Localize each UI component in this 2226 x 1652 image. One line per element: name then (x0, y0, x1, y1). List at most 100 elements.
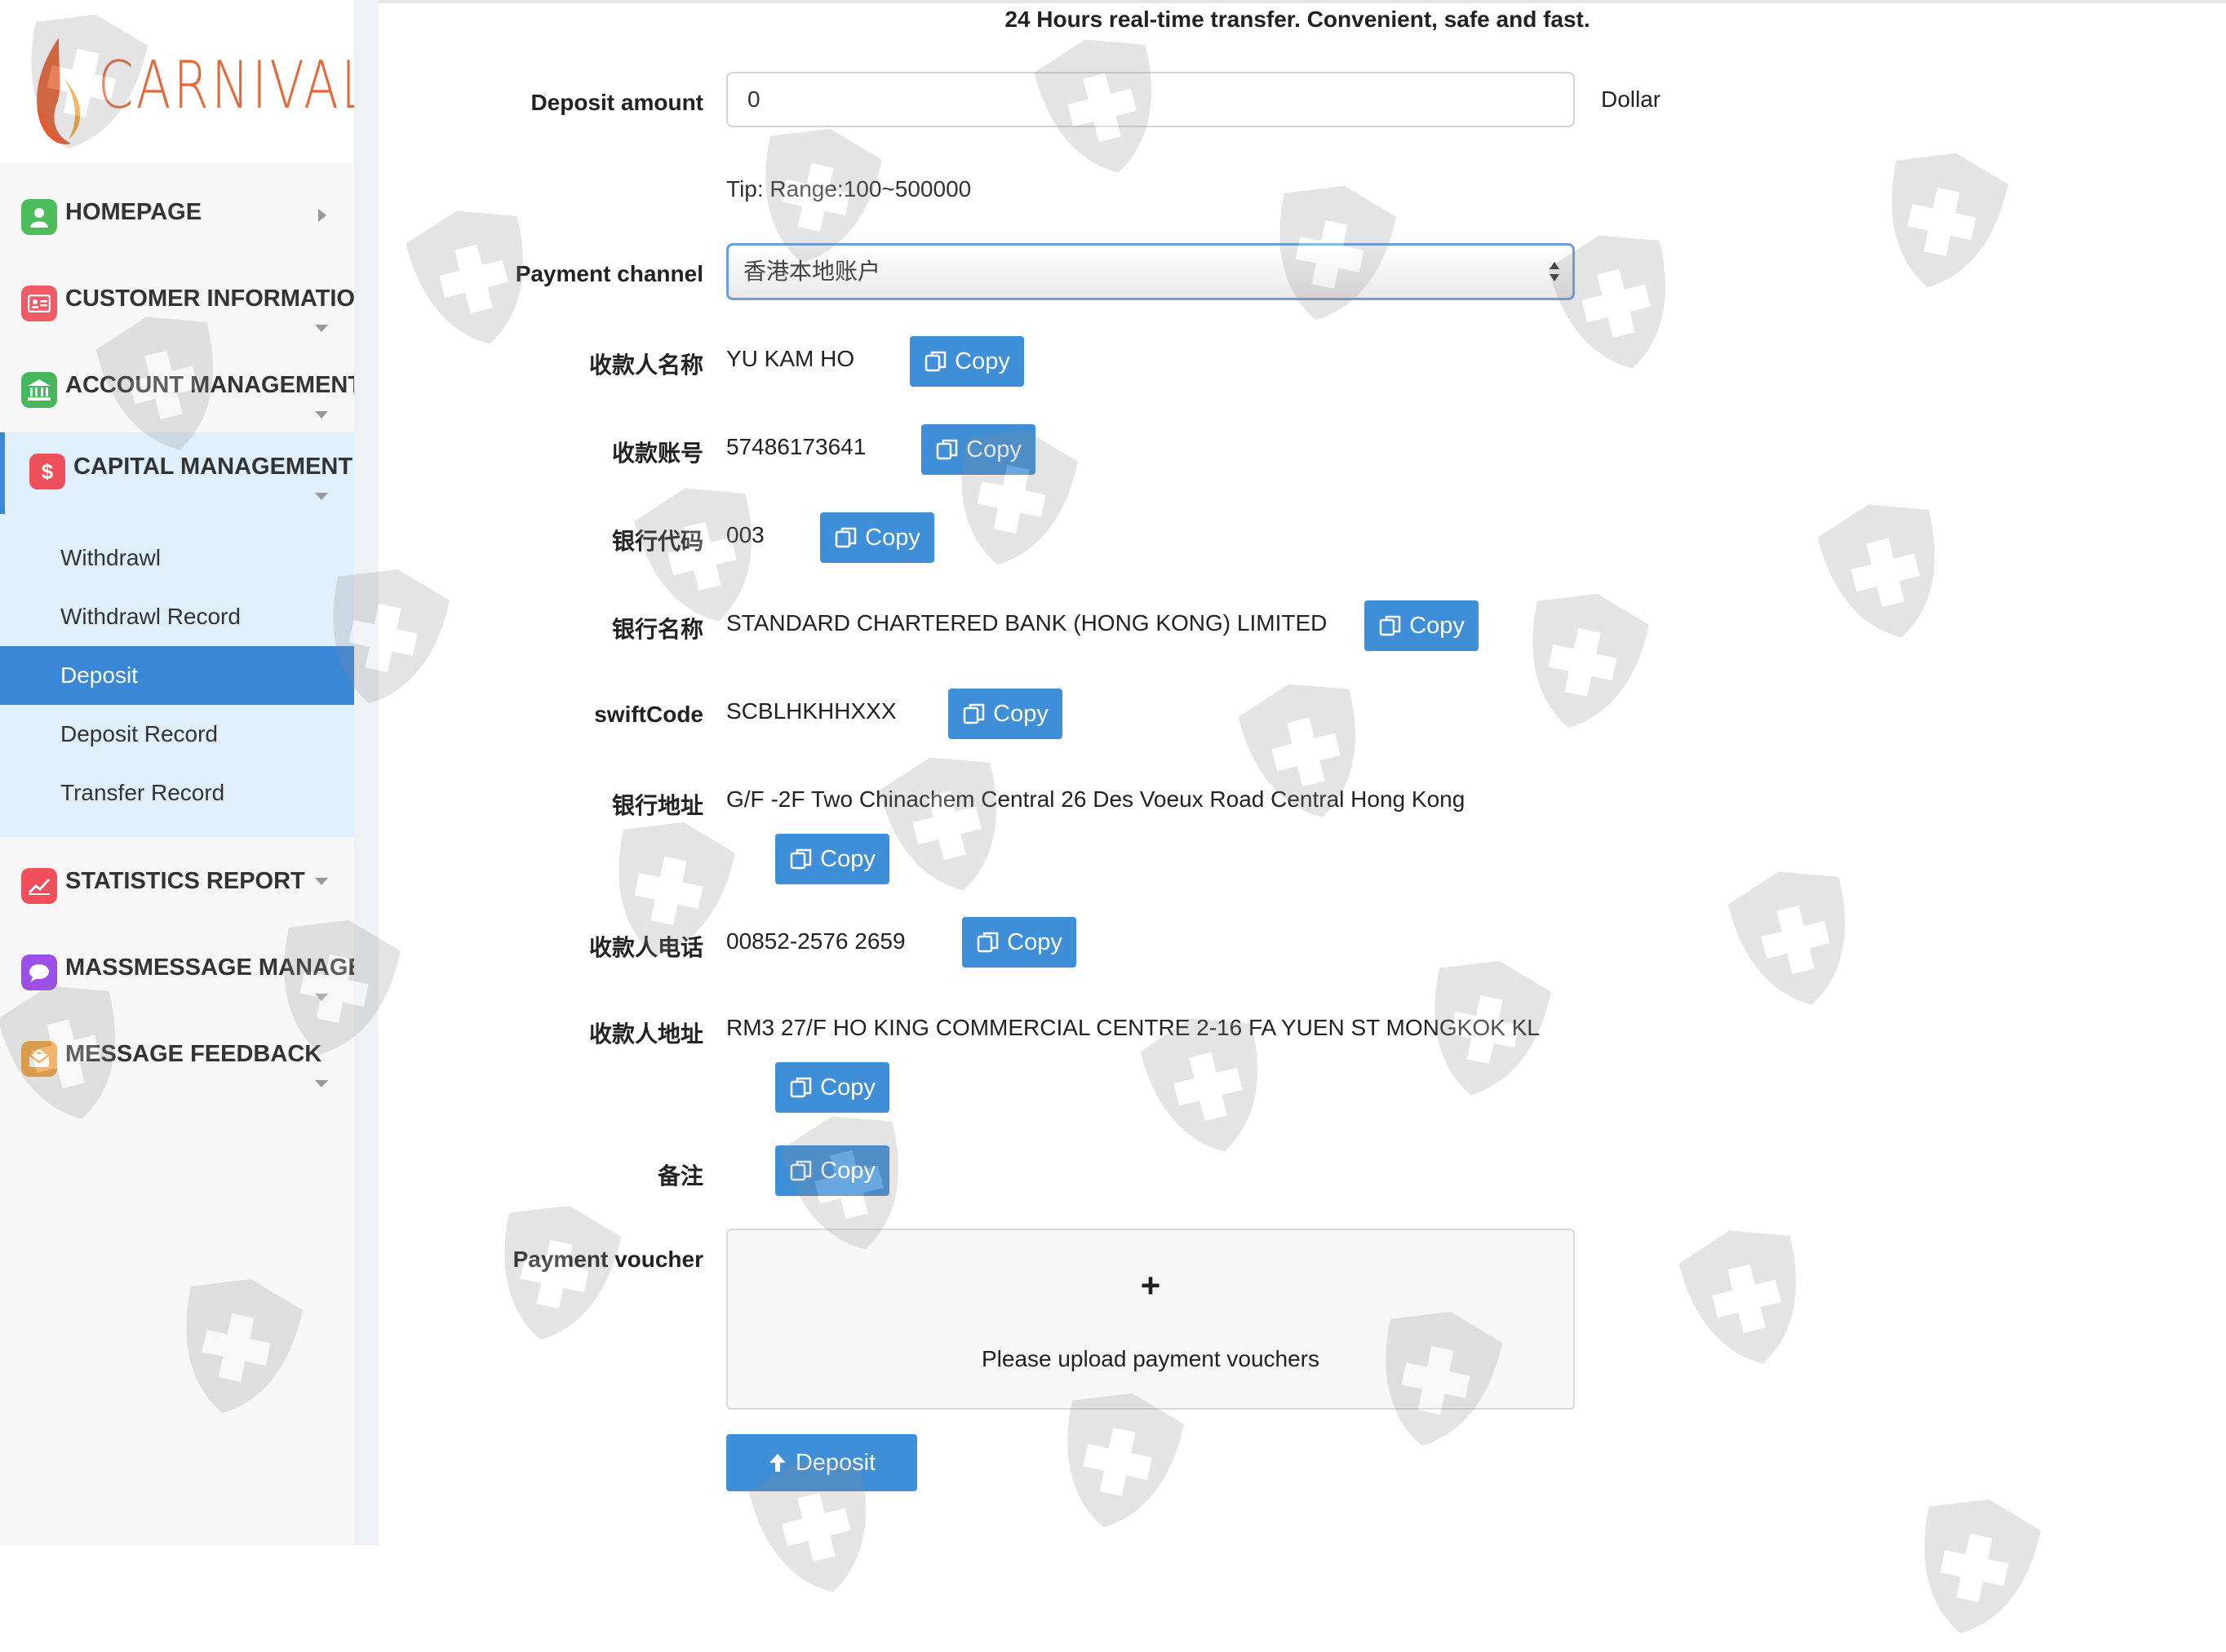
bank-name-value: STANDARD CHARTERED BANK (HONG KONG) LIMI… (726, 610, 1328, 636)
shield-watermark-icon (504, 1205, 621, 1340)
sidebar-item-homepage[interactable]: HOMEPAGE (0, 181, 354, 246)
copy-icon (1379, 615, 1401, 636)
copy-label: Copy (865, 524, 920, 551)
sidebar-subitem-transfer-record[interactable]: Transfer Record (0, 764, 354, 822)
chevron-down-icon (315, 994, 328, 1001)
chart-icon (21, 868, 57, 904)
shield-watermark-icon (1548, 235, 1665, 369)
top-divider (379, 0, 2226, 3)
sidebar: CARNIVAL HOMEPAGE CUSTOMER INFORMATION A… (0, 0, 370, 1545)
copy-label: Copy (1409, 612, 1465, 639)
deposit-button-label: Deposit (795, 1449, 876, 1476)
shield-watermark-icon (1532, 593, 1649, 729)
deposit-amount-label: Deposit amount (530, 90, 703, 115)
deposit-submit-button[interactable]: Deposit (726, 1434, 917, 1491)
chevron-right-icon (318, 209, 326, 222)
select-arrows-icon (1550, 262, 1559, 281)
copy-label: Copy (820, 845, 876, 872)
deposit-amount-input[interactable] (726, 72, 1575, 127)
arrow-up-icon (769, 1454, 786, 1472)
logo[interactable]: CARNIVAL (0, 0, 370, 163)
amount-range-tip: Tip: Range:100~500000 (726, 176, 972, 202)
copy-icon (977, 932, 999, 953)
copy-bank-address-button[interactable]: Copy (775, 834, 889, 884)
shield-watermark-icon (1678, 1230, 1796, 1364)
capital-management-section: $ CAPITAL MANAGEMENT Withdrawl Withdrawl… (0, 432, 354, 837)
shield-watermark-icon (1727, 871, 1845, 1005)
sidebar-subitem-withdrawl-record[interactable]: Withdrawl Record (0, 587, 354, 646)
copy-account-number-button[interactable]: Copy (921, 424, 1035, 475)
copy-icon (790, 1077, 812, 1098)
sidebar-item-statistics-report[interactable]: STATISTICS REPORT (0, 850, 354, 915)
sidebar-subitem-deposit[interactable]: Deposit (0, 646, 354, 705)
copy-remark-button[interactable]: Copy (775, 1145, 889, 1196)
payee-phone-value: 00852-2576 2659 (726, 928, 906, 954)
chevron-down-icon (315, 411, 328, 419)
currency-unit: Dollar (1601, 86, 1661, 112)
sidebar-item-label: STATISTICS REPORT (65, 868, 305, 894)
remark-label: 备注 (657, 1163, 703, 1189)
sidebar-item-account-management[interactable]: ACCOUNT MANAGEMENT (0, 354, 354, 419)
payee-phone-label: 收款人电话 (588, 935, 703, 960)
swift-code-value: SCBLHKHHXXX (726, 698, 897, 724)
plus-icon: + (1140, 1266, 1161, 1304)
chat-bubble-icon (21, 954, 57, 990)
shield-watermark-icon (1924, 1499, 2041, 1634)
copy-payee-address-button[interactable]: Copy (775, 1062, 889, 1113)
account-number-label: 收款账号 (611, 441, 703, 466)
copy-icon (925, 351, 947, 372)
copy-label: Copy (955, 348, 1010, 374)
payment-channel-label: Payment channel (515, 261, 703, 286)
shield-watermark-icon (1891, 153, 2008, 288)
sidebar-subitem-deposit-record[interactable]: Deposit Record (0, 705, 354, 764)
chevron-down-icon (315, 493, 328, 500)
copy-label: Copy (966, 436, 1022, 463)
dollar-icon: $ (29, 454, 65, 489)
copy-bank-name-button[interactable]: Copy (1364, 600, 1479, 651)
user-icon (21, 199, 57, 235)
bank-icon (21, 372, 57, 408)
bank-name-label: 银行名称 (611, 617, 703, 642)
copy-icon (835, 527, 857, 548)
payment-voucher-label: Payment voucher (512, 1247, 703, 1272)
sidebar-item-label: ACCOUNT MANAGEMENT (65, 372, 354, 398)
sidebar-item-label: CAPITAL MANAGEMENT (73, 454, 353, 480)
sidebar-subitem-withdrawl[interactable]: Withdrawl (0, 529, 354, 587)
bank-address-label: 银行地址 (611, 793, 703, 818)
copy-swift-code-button[interactable]: Copy (948, 689, 1062, 739)
bank-code-value: 003 (726, 522, 765, 547)
sidebar-item-label: MASSMESSAGE MANAGEMENT (65, 954, 354, 981)
content-gutter (354, 0, 379, 1545)
sidebar-item-customer-information[interactable]: CUSTOMER INFORMATION (0, 268, 354, 333)
copy-payee-name-button[interactable]: Copy (910, 336, 1024, 387)
copy-icon (790, 1160, 812, 1181)
payment-channel-select[interactable]: 香港本地账户 (726, 243, 1575, 300)
upload-hint: Please upload payment vouchers (981, 1346, 1320, 1371)
sidebar-item-label: HOMEPAGE (65, 199, 202, 225)
payment-channel-value: 香港本地账户 (743, 259, 881, 284)
flame-logo-icon (37, 38, 81, 144)
sidebar-item-label: CUSTOMER INFORMATION (65, 286, 354, 312)
copy-icon (790, 848, 812, 870)
sidebar-item-message-feedback[interactable]: MESSAGE FEEDBACK (0, 1023, 354, 1088)
swift-code-label: swiftCode (594, 702, 703, 727)
shield-watermark-icon (1817, 504, 1935, 638)
voucher-upload-area[interactable]: + Please upload payment vouchers (726, 1229, 1575, 1410)
copy-payee-phone-button[interactable]: Copy (962, 917, 1076, 968)
sidebar-item-massmessage-management[interactable]: MASSMESSAGE MANAGEMENT (0, 937, 354, 1002)
bank-address-value: G/F -2F Two Chinachem Central 26 Des Voe… (726, 786, 1466, 812)
transfer-notice: 24 Hours real-time transfer. Convenient,… (1004, 7, 1590, 32)
payee-name-label: 收款人名称 (588, 352, 703, 378)
chevron-down-icon (315, 325, 328, 332)
payee-address-label: 收款人地址 (588, 1021, 703, 1047)
logo-text: CARNIVAL (98, 47, 372, 123)
copy-bank-code-button[interactable]: Copy (820, 512, 934, 563)
copy-label: Copy (993, 700, 1049, 727)
chevron-down-icon (315, 1080, 328, 1087)
account-number-value: 57486173641 (726, 434, 867, 459)
bank-code-label: 银行代码 (611, 529, 703, 554)
id-card-icon (21, 286, 57, 321)
sidebar-item-capital-management[interactable]: $ CAPITAL MANAGEMENT (0, 436, 354, 501)
sidebar-item-label: MESSAGE FEEDBACK (65, 1041, 322, 1067)
copy-icon (963, 703, 985, 724)
